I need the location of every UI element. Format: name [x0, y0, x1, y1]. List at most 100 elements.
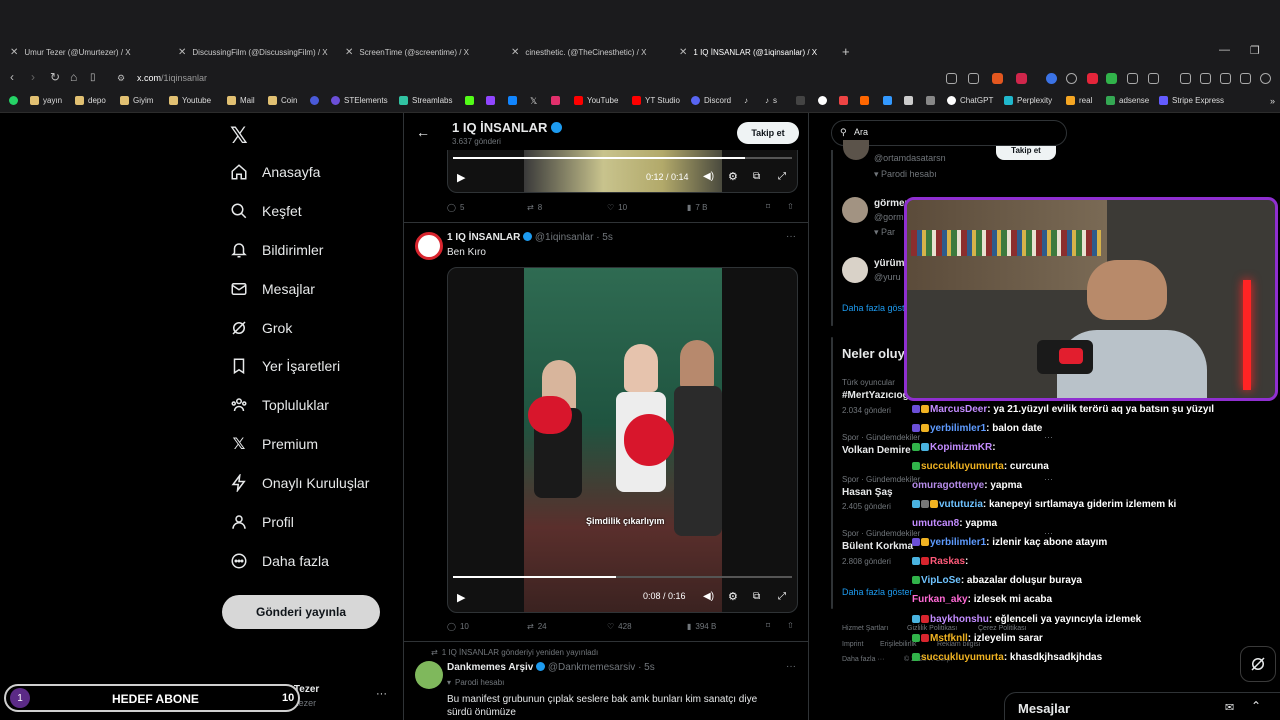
bookmark-icon-misc[interactable]: [818, 96, 827, 105]
sidebar-item-profile[interactable]: Profil: [230, 513, 294, 531]
vpn-icon[interactable]: [1260, 73, 1271, 84]
bookmark-tweet-icon[interactable]: ⌑: [766, 202, 770, 211]
more-bookmarks-icon[interactable]: »: [1270, 96, 1275, 106]
bookmark-tiktok-s[interactable]: ♪ s: [765, 96, 777, 105]
bluesky-icon[interactable]: [508, 96, 517, 105]
bookmark-icon-misc[interactable]: [904, 96, 913, 105]
twitch-icon[interactable]: [486, 96, 495, 105]
volume-icon[interactable]: ◀): [703, 591, 714, 602]
sidebar-item-messages[interactable]: Mesajlar: [230, 280, 315, 298]
footer-link[interactable]: Gizlilik Politikası: [907, 625, 957, 632]
bookmark-adsense[interactable]: adsense: [1106, 96, 1149, 105]
sidebar-item-more[interactable]: Daha fazla: [230, 552, 329, 570]
trend-name[interactable]: #MertYazıcıoğl: [842, 390, 911, 401]
suggestion-handle[interactable]: @ortamdasatarsn: [874, 153, 946, 163]
play-icon[interactable]: ▶: [457, 591, 465, 604]
tab-screentime[interactable]: ✕ ScreenTime (@screentime) / X: [345, 44, 469, 60]
bookmark-icon-misc[interactable]: [839, 96, 848, 105]
bookmark-giyim[interactable]: Giyim: [120, 96, 153, 105]
reload-icon[interactable]: ↻: [50, 70, 60, 84]
brave-shield-icon[interactable]: [992, 73, 1003, 84]
x-bookmark-icon[interactable]: 𝕏: [530, 96, 537, 107]
settings-icon[interactable]: ⚙: [728, 590, 738, 603]
puzzle-icon[interactable]: [1127, 73, 1138, 84]
retweet-button[interactable]: ⇄ 24: [527, 622, 547, 631]
follow-button[interactable]: Takip et: [996, 146, 1056, 160]
reply-button[interactable]: ◯ 10: [447, 622, 469, 631]
sidebar-item-grok[interactable]: Grok: [230, 319, 292, 337]
tweet-author[interactable]: 1 IQ İNSANLAR @1iqinsanlar · 5s: [447, 232, 613, 243]
video-progress[interactable]: [453, 157, 792, 159]
sidebar-icon[interactable]: [1200, 73, 1211, 84]
like-button[interactable]: ♡ 428: [607, 622, 632, 631]
trend-name[interactable]: Hasan Şaş: [842, 487, 893, 498]
tab-1iqinsanlar[interactable]: ✕ 1 IQ İNSANLAR (@1iqinsanlar) / X: [679, 44, 817, 60]
footer-link[interactable]: Hizmet Şartları: [842, 625, 888, 632]
tab-discussingfilm[interactable]: ✕ DiscussingFilm (@DiscussingFilm) / X: [178, 44, 328, 60]
bookmark-stripe-express[interactable]: Stripe Express: [1159, 96, 1224, 105]
sidebar-item-premium[interactable]: 𝕏 Premium: [230, 435, 318, 453]
footer-link[interactable]: Daha fazla ···: [842, 656, 884, 663]
avatar[interactable]: [415, 232, 443, 260]
show-more-link[interactable]: Daha fazla göster: [842, 587, 913, 597]
avatar[interactable]: [842, 197, 868, 223]
bookmark-page-icon[interactable]: ▯: [90, 72, 96, 83]
bookmark-yayin[interactable]: yayın: [30, 96, 62, 105]
new-tab-button[interactable]: +: [842, 44, 850, 59]
views-button[interactable]: ▮ 7 B: [687, 203, 707, 212]
bookmark-r[interactable]: [310, 96, 319, 105]
tweet-author[interactable]: Dankmemes Arşiv @Dankmemesarsiv · 5s: [447, 662, 655, 673]
tab-close-icon[interactable]: ✕: [178, 47, 186, 58]
bookmark-icon-misc[interactable]: [883, 96, 892, 105]
volume-icon[interactable]: ◀): [703, 171, 714, 182]
grok-floating-button[interactable]: [1240, 646, 1276, 682]
sidebar-item-explore[interactable]: Keşfet: [230, 202, 302, 220]
share-tweet-icon[interactable]: ⇧: [787, 621, 794, 630]
reply-button[interactable]: ◯ 5: [447, 203, 464, 212]
tab-close-icon[interactable]: ✕: [679, 47, 687, 58]
sidebar-item-notifications[interactable]: Bildirimler: [230, 241, 323, 259]
bookmark-youtube-folder[interactable]: Youtube: [169, 96, 211, 105]
avatar[interactable]: [843, 140, 869, 160]
share-icon[interactable]: [968, 73, 979, 84]
bookmark-icon-misc[interactable]: [926, 96, 935, 105]
bookmark-youtube[interactable]: YouTube: [574, 96, 618, 105]
bookmark-coin[interactable]: Coin: [268, 96, 297, 105]
bookmark-tweet-icon[interactable]: ⌑: [766, 621, 770, 630]
views-button[interactable]: ▮ 394 B: [687, 622, 716, 631]
whatsapp-icon[interactable]: [9, 96, 18, 105]
video-progress[interactable]: [453, 576, 792, 578]
extension-icon[interactable]: [1148, 73, 1159, 84]
site-info-icon[interactable]: ⚙: [117, 73, 125, 84]
sidebar-item-communities[interactable]: Topluluklar: [230, 396, 329, 414]
extension-icon[interactable]: [1106, 73, 1117, 84]
bookmark-real[interactable]: real: [1066, 96, 1092, 105]
tab-umurtezer[interactable]: ✕ Umur Tezer (@Umurtezer) / X: [10, 44, 131, 60]
bookmark-mail[interactable]: Mail: [227, 96, 255, 105]
settings-icon[interactable]: ⚙: [728, 170, 738, 183]
wallet-icon[interactable]: [1220, 73, 1231, 84]
back-icon[interactable]: ‹: [10, 70, 14, 84]
extension-icon[interactable]: [1087, 73, 1098, 84]
trend-more-icon[interactable]: ···: [1044, 432, 1053, 442]
pip-icon[interactable]: ⧉: [753, 591, 760, 602]
bookmark-stelements[interactable]: STElements: [331, 96, 388, 105]
suggestion-name[interactable]: yürüm: [874, 258, 905, 269]
sidebar-item-home[interactable]: Anasayfa: [230, 163, 320, 181]
account-more-icon[interactable]: ···: [376, 688, 387, 700]
extension-icon[interactable]: [1066, 73, 1077, 84]
post-button[interactable]: Gönderi yayınla: [222, 595, 380, 629]
leo-ai-icon[interactable]: [1240, 73, 1251, 84]
tab-close-icon[interactable]: ✕: [10, 47, 18, 58]
tab-close-icon[interactable]: ✕: [511, 47, 519, 58]
bookmark-perplexity[interactable]: Perplexity: [1004, 96, 1052, 105]
restore-icon[interactable]: ❐: [1250, 44, 1260, 57]
compose-message-icon[interactable]: ✉: [1225, 701, 1234, 714]
tweet-more-icon[interactable]: ···: [786, 661, 796, 672]
bookmark-depo[interactable]: depo: [75, 96, 106, 105]
trend-name[interactable]: Volkan Demire: [842, 445, 911, 456]
play-icon[interactable]: ▶: [457, 171, 465, 184]
bookmark-icon-misc[interactable]: [796, 96, 805, 105]
avatar[interactable]: [842, 257, 868, 283]
trend-name[interactable]: Bülent Korkma: [842, 541, 913, 552]
